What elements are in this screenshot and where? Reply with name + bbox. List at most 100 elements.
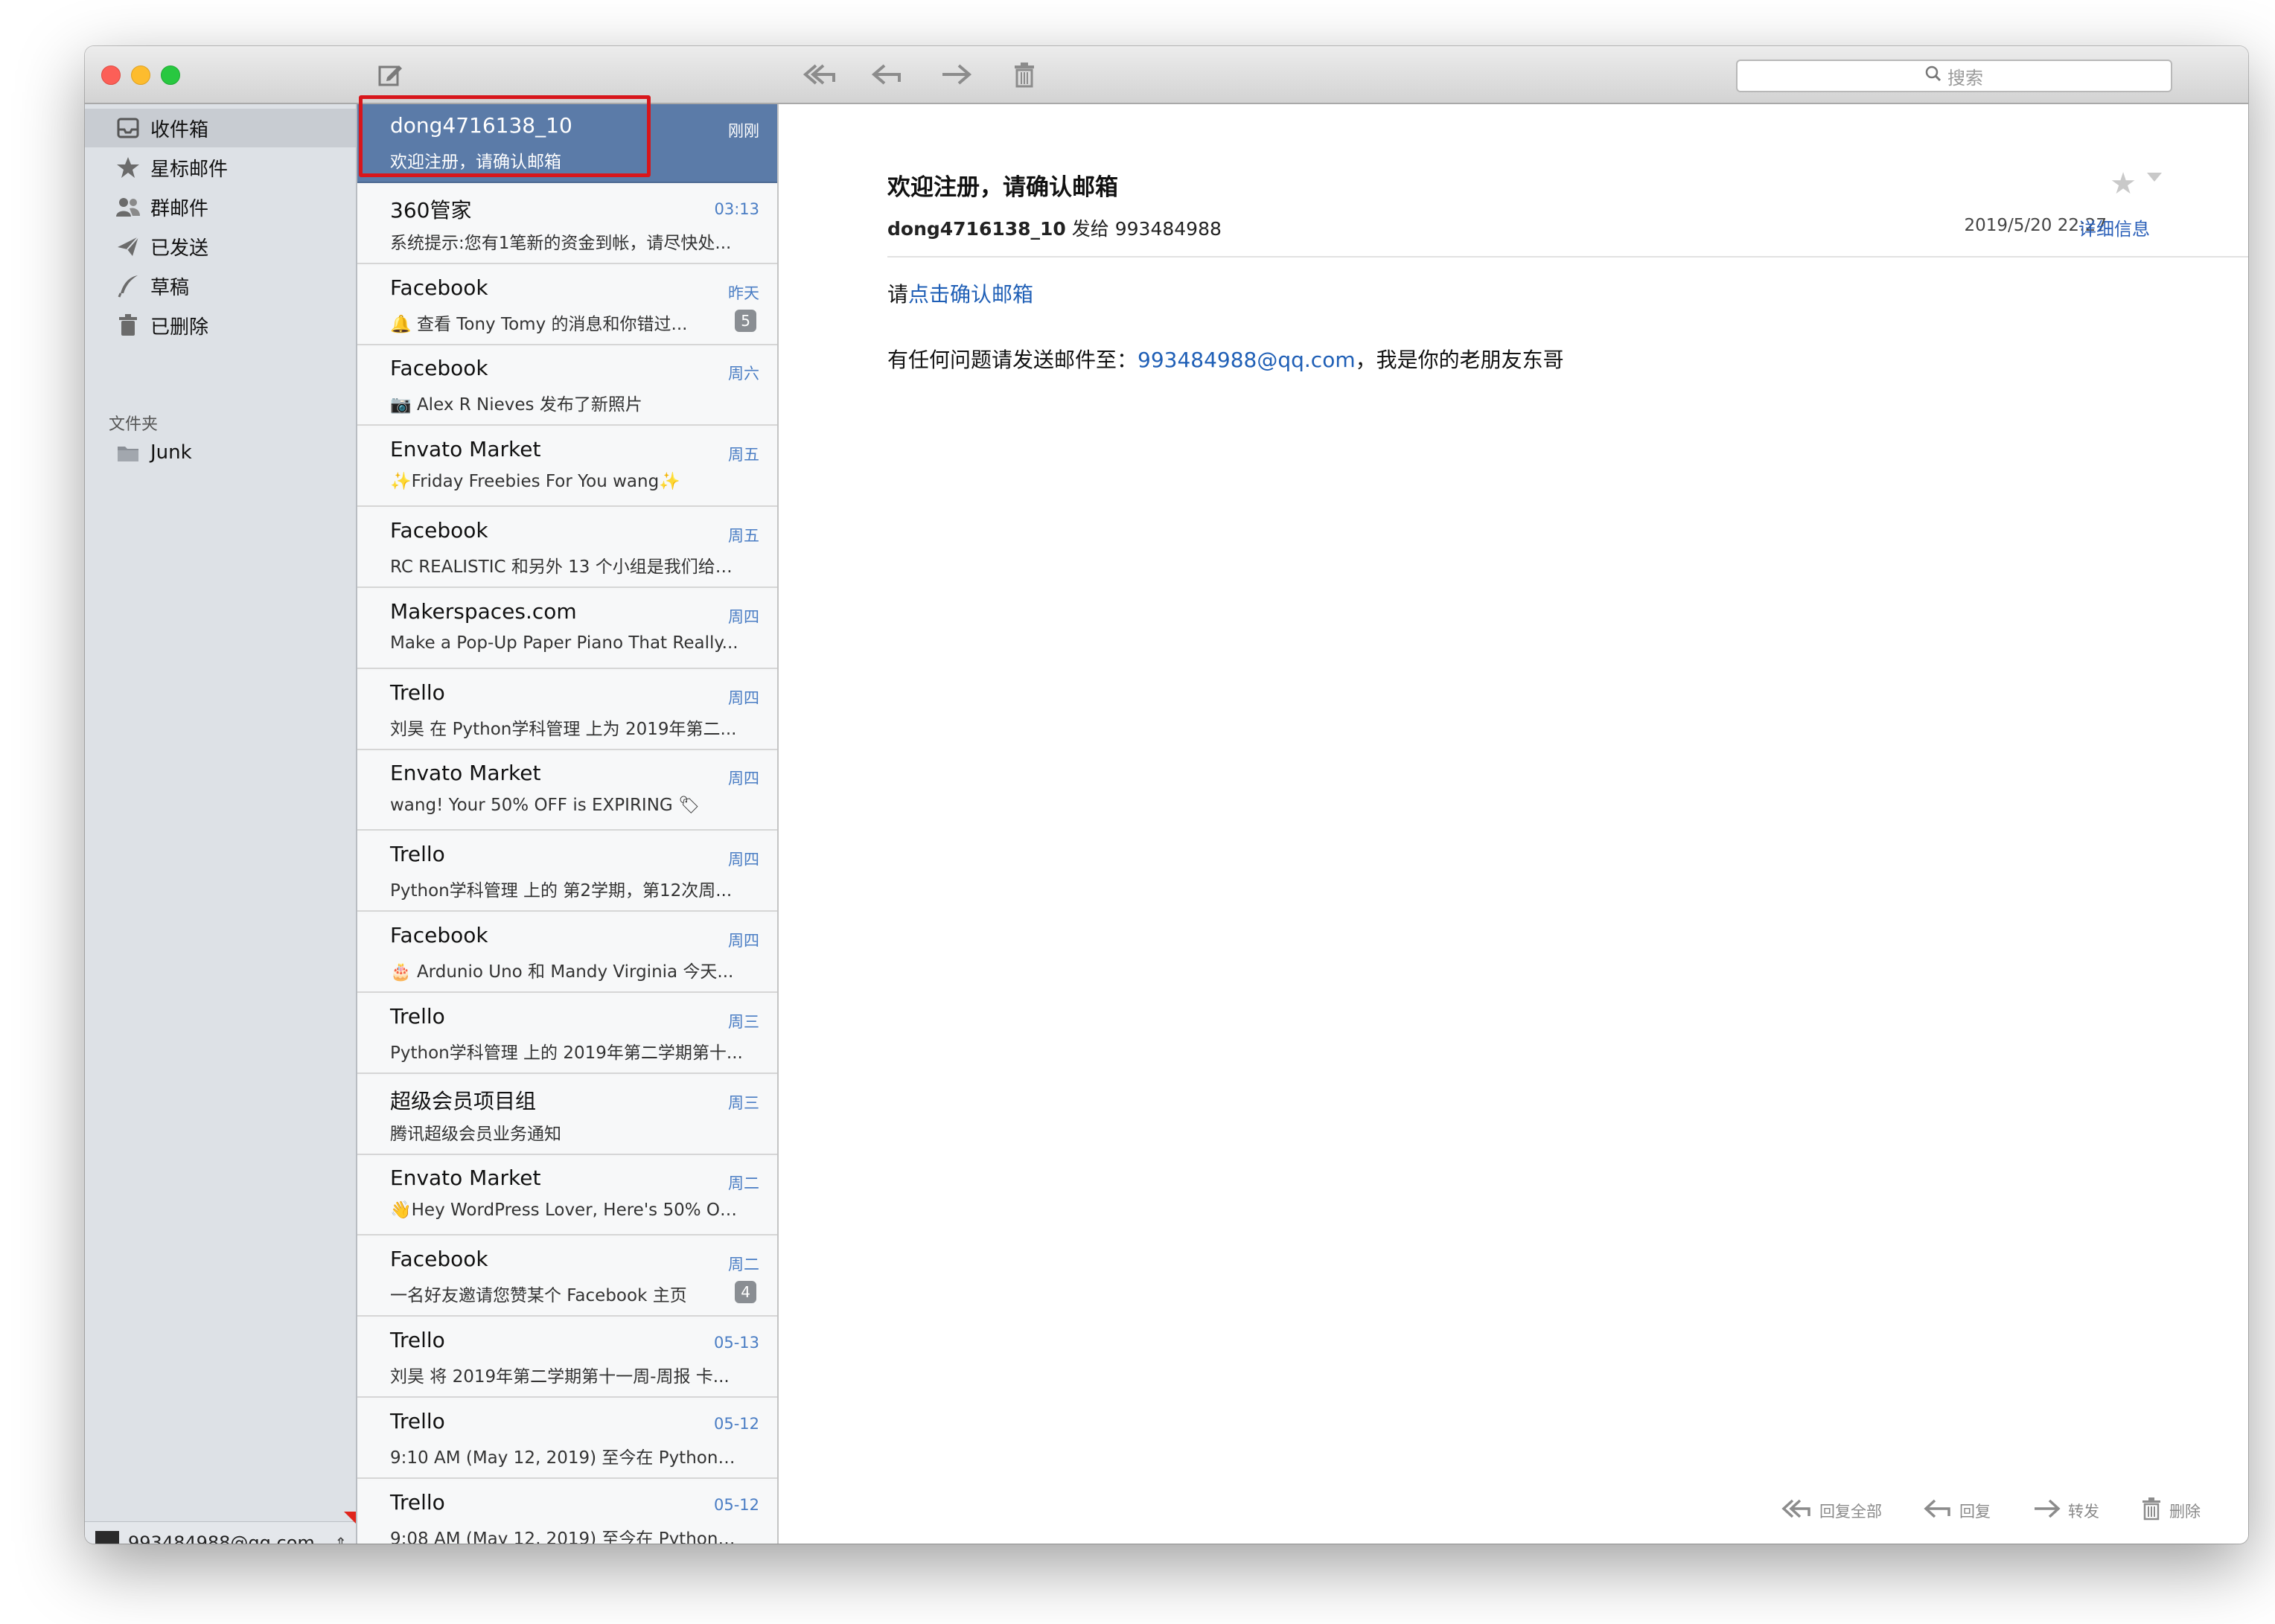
message-date: 昨天 <box>728 284 759 302</box>
reply-all-icon <box>1781 1498 1812 1523</box>
message-date: 周四 <box>728 770 759 788</box>
list-item[interactable]: Trello 05-13 刘昊 将 2019年第二学期第十一周-周报 卡... <box>357 1319 777 1398</box>
list-item[interactable]: 超级会员项目组 周三腾讯超级会员业务通知 <box>357 1075 777 1155</box>
sidebar-item-group[interactable]: 群邮件 <box>85 188 356 226</box>
notification-corner <box>344 1512 356 1524</box>
message-preview: 腾讯超级会员业务通知 <box>390 1124 561 1144</box>
sent-icon <box>113 231 143 261</box>
message-preview: 🔔 查看 Tony Tomy 的消息和你错过... <box>390 314 688 334</box>
sidebar-item-inbox[interactable]: 收件箱 <box>85 109 356 147</box>
message-sender: 超级会员项目组 <box>390 1088 537 1113</box>
list-item[interactable]: Trello 周四 刘昊 在 Python学科管理 上为 2019年第二... <box>357 671 777 750</box>
message-date: 周三 <box>728 1093 759 1112</box>
message-date: 周三 <box>728 1012 759 1031</box>
message-date: 周五 <box>728 527 759 545</box>
email-body-line-2: 有任何问题请发送邮件至：993484988@qq.com，我是你的老朋友东哥 <box>887 344 1564 374</box>
close-window-button[interactable] <box>101 65 121 85</box>
body-prefix: 请 <box>887 282 909 307</box>
sidebar-item-junk[interactable]: Junk <box>85 433 356 472</box>
message-sender: Facebook <box>390 1247 488 1272</box>
star-icon[interactable]: ★ <box>2110 167 2137 201</box>
message-sender: Facebook <box>390 518 488 543</box>
email-recipient[interactable]: 993484988 <box>1115 218 1222 240</box>
list-item[interactable]: Envato Market 周五 ✨Friday Freebies For You … <box>357 428 777 508</box>
list-item[interactable]: Envato Market 周二 👋Hey WordPress Lover, Her… <box>357 1157 777 1236</box>
inbox-icon <box>113 113 143 143</box>
sidebar-item-sent[interactable]: 已发送 <box>85 227 356 266</box>
message-sender: Trello <box>390 1328 445 1352</box>
account-selector[interactable]: 993484988@qq.com ⇕ <box>85 1512 356 1544</box>
chevron-down-icon[interactable] <box>2147 173 2162 182</box>
email-subject: 欢迎注册，请确认邮箱 <box>887 174 1118 201</box>
zoom-window-button[interactable] <box>161 65 180 85</box>
compose-icon[interactable] <box>369 54 411 95</box>
sidebar-item-starred[interactable]: 星标邮件 <box>85 148 356 187</box>
contact-email-link[interactable]: 993484988@qq.com <box>1138 348 1356 372</box>
list-item[interactable]: Trello 05-12 9:08 AM (May 12, 2019) 至今在 Py… <box>357 1480 777 1544</box>
thread-count-badge: 5 <box>735 309 756 332</box>
reply-all-icon[interactable] <box>797 54 841 95</box>
message-date: 05-12 <box>713 1495 759 1514</box>
message-sender: Facebook <box>390 275 488 300</box>
message-sender: Makerspaces.com <box>390 598 577 624</box>
search-input[interactable]: 搜索 <box>1736 60 2172 92</box>
message-preview: 👋Hey WordPress Lover, Here's 50% OFF... <box>390 1201 744 1221</box>
reply-icon[interactable] <box>865 54 910 95</box>
list-item[interactable]: 360管家 03:13 系统提示:您有1笔新的资金到帐，请尽快处... <box>357 185 777 264</box>
delete-label: 删除 <box>2169 1502 2201 1521</box>
search-placeholder: 搜索 <box>1947 67 1983 89</box>
list-item[interactable]: Envato Market 周四 wang! Your 50% OFF is EXP… <box>357 752 777 831</box>
reader-action-bar: 回复全部 回复 转发 删除 <box>1781 1497 2201 1524</box>
trash-icon <box>2141 1497 2162 1524</box>
delete-button[interactable]: 删除 <box>2141 1497 2201 1524</box>
trash-icon[interactable] <box>1002 54 1047 95</box>
list-item[interactable]: Facebook 周五 RC REALISTIC 和另外 13 个小组是我们给你..… <box>357 509 777 588</box>
reply-button[interactable]: 回复 <box>1924 1498 1991 1523</box>
sidebar-item-label: 已删除 <box>150 316 209 339</box>
sidebar-item-label: 星标邮件 <box>150 158 229 181</box>
list-item[interactable]: Trello 周三 Python学科管理 上的 2019年第二学期第十... <box>357 994 777 1074</box>
forward-button[interactable]: 转发 <box>2032 1498 2099 1523</box>
message-date: 周四 <box>728 932 759 950</box>
message-preview: 刘昊 在 Python学科管理 上为 2019年第二... <box>390 719 737 739</box>
message-preview: 🎂 Ardunio Uno 和 Mandy Virginia 今天... <box>390 962 734 982</box>
chevron-updown-icon: ⇕ <box>334 1534 347 1544</box>
reply-all-button[interactable]: 回复全部 <box>1781 1498 1882 1523</box>
forward-icon[interactable] <box>934 54 978 95</box>
list-item[interactable]: Facebook 周二 一名好友邀请您赞某个 Facebook 主页 4 <box>357 1238 777 1317</box>
account-email: 993484988@qq.com <box>128 1532 315 1544</box>
sent-to-label: 发给 <box>1071 218 1109 240</box>
details-link[interactable]: 详细信息 <box>2078 214 2150 240</box>
message-preview: wang! Your 50% OFF is EXPIRING 🏷 <box>390 796 701 816</box>
email-sender[interactable]: dong4716138_10 <box>887 218 1066 240</box>
list-item[interactable]: Facebook 周四 🎂 Ardunio Uno 和 Mandy Virginia… <box>357 914 777 993</box>
sidebar-item-deleted[interactable]: 已删除 <box>85 306 356 345</box>
minimize-window-button[interactable] <box>131 65 150 85</box>
list-item[interactable]: Trello 05-12 9:10 AM (May 12, 2019) 至今在 Py… <box>357 1399 777 1479</box>
list-item[interactable]: Trello 周四 Python学科管理 上的 第2学期，第12次周... <box>357 833 777 912</box>
message-date: 周六 <box>728 365 759 383</box>
message-preview: 系统提示:您有1笔新的资金到帐，请尽快处... <box>390 233 732 253</box>
search-icon <box>1925 65 1941 86</box>
confirm-email-link[interactable]: 点击确认邮箱 <box>908 282 1033 307</box>
header-divider <box>887 256 2248 258</box>
message-preview: 📷 Alex R Nieves 发布了新照片 <box>390 395 642 415</box>
message-date: 周四 <box>728 688 759 707</box>
message-preview: 9:10 AM (May 12, 2019) 至今在 Python学... <box>390 1448 744 1468</box>
contact-prefix: 有任何问题请发送邮件至： <box>887 348 1138 372</box>
list-item[interactable]: Facebook 昨天 🔔 查看 Tony Tomy 的消息和你错过... 5 <box>357 266 777 345</box>
message-date: 周四 <box>728 851 759 869</box>
sidebar-item-label: Junk <box>150 441 192 464</box>
sidebar-item-drafts[interactable]: 草稿 <box>85 266 356 305</box>
message-sender: Envato Market <box>390 761 541 786</box>
list-item[interactable]: Makerspaces.com 周四 Make a Pop-Up Paper Pia… <box>357 589 777 669</box>
trash-icon <box>113 310 143 340</box>
avatar <box>95 1531 119 1544</box>
message-preview: 刘昊 将 2019年第二学期第十一周-周报 卡... <box>390 1367 730 1387</box>
email-from-line: dong4716138_10 发给 993484988 <box>887 214 1222 241</box>
reply-all-label: 回复全部 <box>1819 1502 1882 1521</box>
message-preview: Python学科管理 上的 第2学期，第12次周... <box>390 881 733 901</box>
message-date: 周二 <box>728 1256 759 1274</box>
list-item[interactable]: Facebook 周六 📷 Alex R Nieves 发布了新照片 <box>357 347 777 426</box>
sidebar-item-label: 群邮件 <box>150 197 209 220</box>
